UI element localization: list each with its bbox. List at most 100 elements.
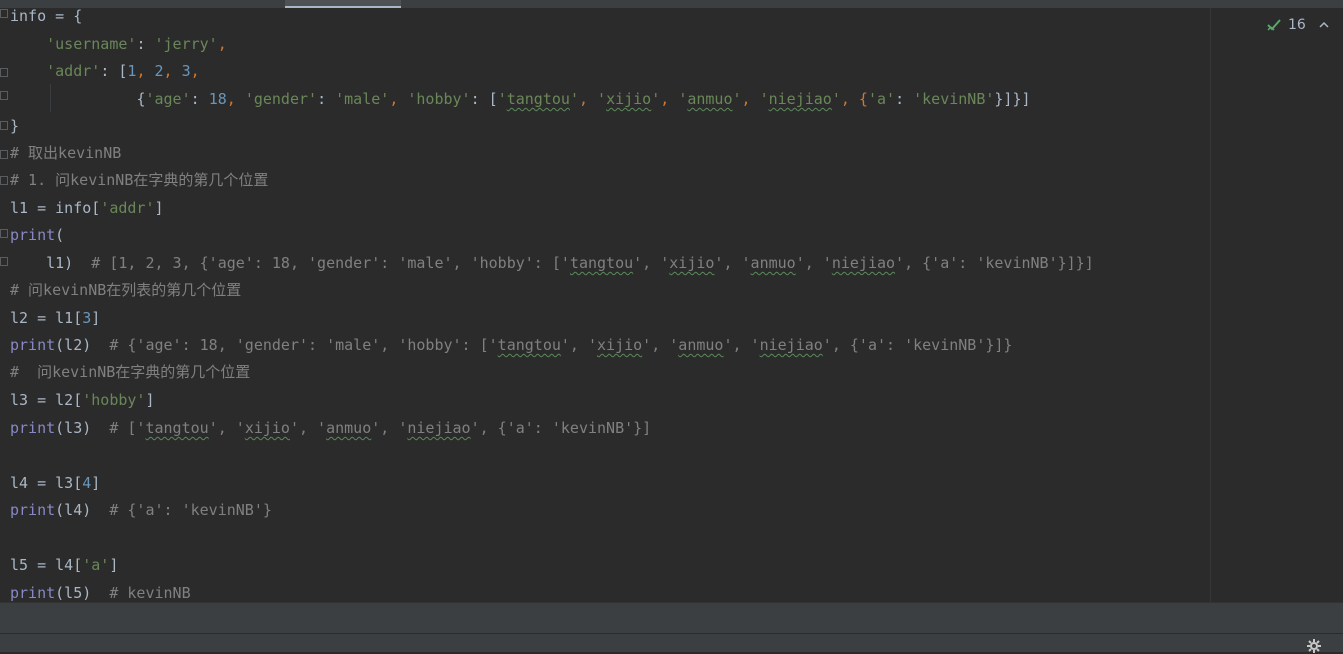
code-token: ] [91, 474, 101, 492]
code-token: info = { [10, 8, 83, 25]
editor-right-gutter[interactable] [1210, 8, 1343, 602]
code-token: 'addr' [100, 199, 155, 217]
code-token: 'age' [145, 90, 191, 108]
code-token: , [389, 90, 408, 108]
code-line-12: l2 = l1[3] [10, 305, 100, 332]
code-comment: tangtou [145, 419, 209, 437]
code-token: 'a' [82, 556, 110, 574]
code-comment: ', {'a': 'kevinNB'}] [470, 419, 652, 437]
code-line-15: l3 = l2['hobby'] [10, 387, 155, 414]
code-token: 'male' [335, 90, 390, 108]
code-token: ' [732, 90, 742, 108]
code-comment: ', ' [642, 336, 679, 354]
chevron-up-icon[interactable] [1318, 19, 1330, 31]
code-comment: ', ' [633, 254, 670, 272]
code-token: ] [91, 309, 101, 327]
code-comment: anmuo [678, 336, 724, 354]
code-token: l2 = l1[ [10, 309, 83, 327]
code-comment: # {'age': 18, 'gender': 'male', 'hobby':… [109, 336, 498, 354]
code-line-2: 'username': 'jerry', [10, 31, 227, 58]
code-line-16: print(l3) # ['tangtou', 'xijio', 'anmuo'… [10, 415, 651, 442]
code-comment: # [1, 2, 3, {'age': 18, 'gender': 'male'… [91, 254, 570, 272]
code-token: 3 [82, 309, 92, 327]
code-token: ' [831, 90, 841, 108]
fold-marker-icon[interactable] [0, 150, 8, 159]
code-token: , [578, 90, 598, 108]
code-token: anmuo [687, 90, 733, 108]
code-builtin: print [10, 226, 56, 244]
code-comment: # kevinNB [109, 584, 191, 602]
code-comment: ', ' [714, 254, 751, 272]
code-token: ' [678, 90, 688, 108]
code-editor[interactable]: info = { 'username': 'jerry', 'addr': [1… [0, 8, 1210, 602]
code-token: niejiao [768, 90, 832, 108]
code-comment: ', {'a': 'kevinNB'}]}] [895, 254, 1094, 272]
fold-marker-icon[interactable] [0, 176, 8, 185]
tool-window-strip [0, 633, 1343, 652]
fold-marker-icon[interactable] [0, 121, 8, 130]
code-token: l3 = l2[ [10, 391, 83, 409]
code-token: tangtou [506, 90, 570, 108]
code-builtin: print [10, 501, 56, 519]
code-token: , [217, 35, 227, 53]
code-token: , { [840, 90, 868, 108]
check-icon [1267, 19, 1281, 31]
code-token: l1) [10, 254, 92, 272]
code-token: ' [497, 90, 507, 108]
code-comment: xijio [669, 254, 715, 272]
fold-marker-icon[interactable] [0, 257, 8, 266]
code-token: l1 = info[ [10, 199, 101, 217]
code-token: 'hobby' [407, 90, 471, 108]
code-token: ' [759, 90, 769, 108]
code-line-22: print(l5) # kevinNB [10, 580, 191, 602]
code-line-10: l1) # [1, 2, 3, {'age': 18, 'gender': 'm… [10, 250, 1094, 277]
code-token: }]}] [994, 90, 1031, 108]
code-line-6: # 取出kevinNB [10, 140, 121, 167]
code-token: ' [597, 90, 607, 108]
code-line-1: info = { [10, 8, 82, 30]
code-token: 'hobby' [82, 391, 146, 409]
code-token: (l2) [55, 336, 110, 354]
code-token: , [136, 62, 155, 80]
code-token: 4 [82, 474, 92, 492]
code-token: 'a' [867, 90, 896, 108]
code-line-9: print( [10, 222, 64, 249]
fold-marker-icon[interactable] [0, 9, 8, 18]
fold-marker-icon[interactable] [0, 91, 8, 100]
code-token: 'addr' [46, 62, 101, 80]
code-comment: ', ' [208, 419, 245, 437]
code-builtin: print [10, 336, 56, 354]
code-comment: tangtou [569, 254, 634, 272]
fold-marker-icon[interactable] [0, 229, 8, 238]
code-builtin: print [10, 419, 56, 437]
code-token: 'gender' [244, 90, 318, 108]
code-comment: # 1. 问kevinNB在字典的第几个位置 [10, 171, 269, 189]
code-comment: ', ' [723, 336, 760, 354]
code-line-5: } [10, 113, 19, 140]
code-token: , [190, 62, 200, 80]
code-token: (l4) [55, 501, 110, 519]
inspection-widget[interactable]: 16 [1266, 16, 1330, 34]
fold-marker-icon[interactable] [0, 68, 8, 77]
gear-icon[interactable] [1306, 638, 1322, 654]
code-token: , [741, 90, 760, 108]
code-token: : [317, 90, 336, 108]
code-token: l5 = l4[ [10, 556, 83, 574]
code-token: xijio [606, 90, 652, 108]
code-line-14: # 问kevinNB在字典的第几个位置 [10, 359, 250, 386]
code-token: 'jerry' [154, 35, 218, 53]
code-token: : [ [470, 90, 498, 108]
active-editor-tab[interactable] [285, 0, 401, 8]
code-token: ' [569, 90, 579, 108]
code-token: : [895, 90, 914, 108]
code-comment: niejiao [759, 336, 823, 354]
inspection-count: 16 [1288, 17, 1306, 33]
code-line-19: print(l4) # {'a': 'kevinNB'} [10, 497, 272, 524]
code-comment: # [' [109, 419, 146, 437]
code-line-13: print(l2) # {'age': 18, 'gender': 'male'… [10, 332, 1012, 359]
code-comment: tangtou [497, 336, 561, 354]
code-token: 'kevinNB' [913, 90, 995, 108]
code-comment: anmuo [750, 254, 796, 272]
code-token: 2 [154, 62, 164, 80]
code-token: } [10, 117, 20, 135]
